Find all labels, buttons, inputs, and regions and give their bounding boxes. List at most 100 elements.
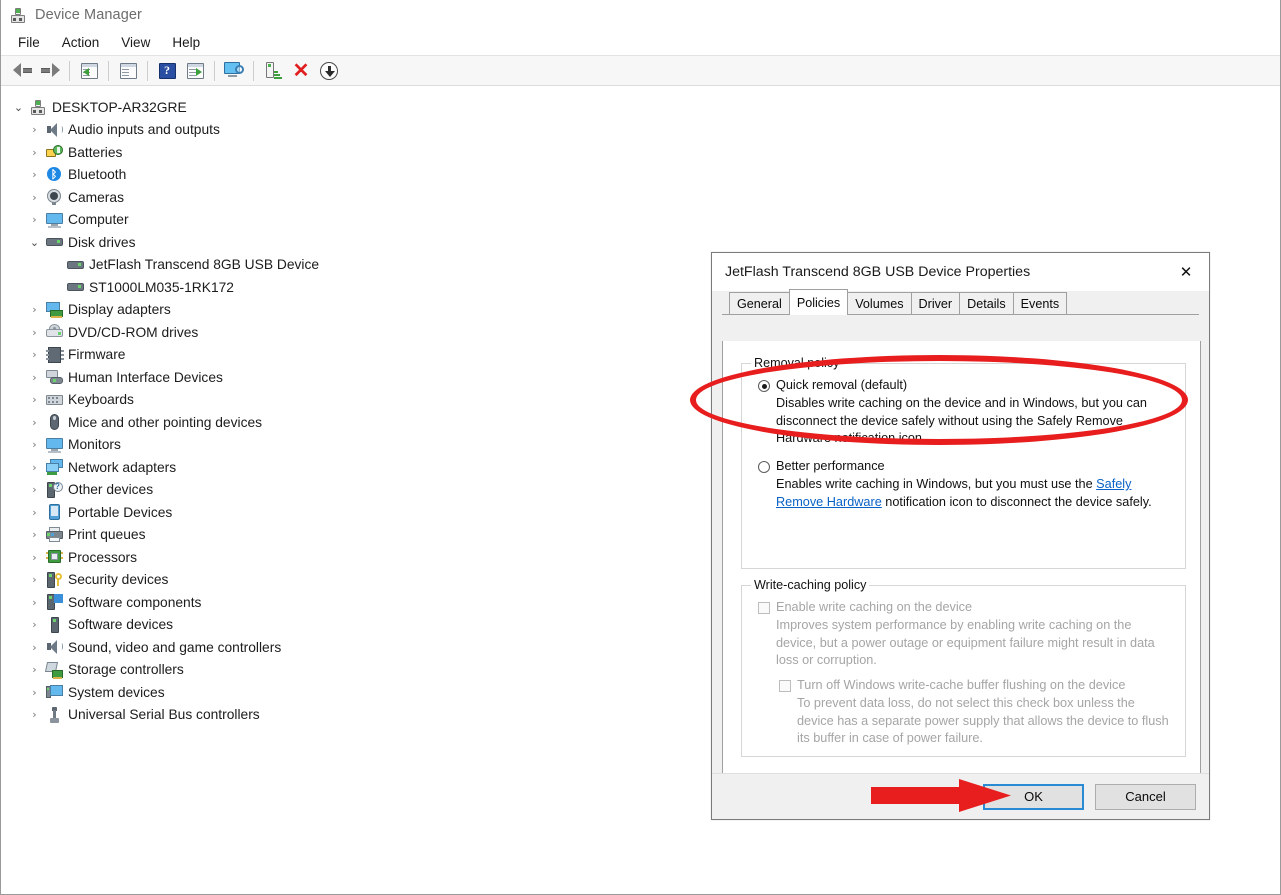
better-performance-label: Better performance (776, 459, 885, 473)
cancel-button[interactable]: Cancel (1095, 783, 1196, 810)
chevron-right-icon[interactable]: › (26, 304, 43, 315)
tree-node-audio-inputs-and-outputs[interactable]: › Audio inputs and outputs (2, 119, 1279, 142)
chevron-right-icon[interactable]: › (26, 349, 43, 360)
toolbar-separator-2 (108, 60, 109, 81)
enable-device-button[interactable] (259, 58, 287, 84)
chevron-right-icon[interactable]: › (26, 642, 43, 653)
tab-policies[interactable]: Policies (788, 289, 849, 315)
tree-node-label: Other devices (68, 482, 154, 498)
chevron-right-icon[interactable]: › (26, 574, 43, 585)
forward-button[interactable] (36, 58, 64, 84)
chevron-down-icon[interactable]: ⌄ (26, 237, 43, 248)
chevron-right-icon[interactable]: › (26, 394, 43, 405)
menu-item-view[interactable]: View (110, 32, 161, 53)
chevron-right-icon[interactable]: › (26, 484, 43, 495)
chevron-right-icon[interactable]: › (26, 147, 43, 158)
device-properties-dialog: JetFlash Transcend 8GB USB Device Proper… (711, 252, 1210, 820)
chevron-right-icon[interactable]: › (26, 192, 43, 203)
hid-icon (43, 369, 65, 385)
tree-node-label: ST1000LM035-1RK172 (89, 279, 234, 295)
tree-node-label: Software devices (68, 617, 174, 633)
enable-write-caching-label: Enable write caching on the device (776, 600, 973, 614)
menu-item-action[interactable]: Action (51, 32, 111, 53)
chevron-right-icon[interactable]: › (26, 417, 43, 428)
radio-better-performance[interactable] (758, 461, 770, 473)
software-device-icon (43, 616, 65, 633)
chevron-right-icon[interactable]: › (26, 124, 43, 135)
tree-node-label: Software components (68, 594, 202, 610)
tab-events[interactable]: Events (1012, 292, 1068, 314)
radio-quick-removal[interactable] (758, 380, 770, 392)
menu-item-file[interactable]: File (7, 32, 51, 53)
turn-off-buffer-flushing-option[interactable]: Turn off Windows write-cache buffer flus… (779, 678, 1171, 693)
tab-driver[interactable]: Driver (910, 292, 961, 314)
chevron-right-icon[interactable]: › (26, 709, 43, 720)
chevron-right-icon[interactable]: › (26, 439, 43, 450)
chevron-right-icon[interactable]: › (26, 619, 43, 630)
firmware-chip-icon (43, 346, 65, 363)
scan-hardware-changes-button[interactable] (220, 58, 248, 84)
ok-button[interactable]: OK (983, 783, 1084, 810)
toolbar-separator-1 (69, 60, 70, 81)
close-icon[interactable]: ✕ (1163, 257, 1209, 287)
tab-volumes[interactable]: Volumes (847, 292, 912, 314)
properties-button[interactable] (114, 58, 142, 84)
chevron-down-icon[interactable]: ⌄ (10, 102, 27, 113)
tab-general[interactable]: General (729, 292, 790, 314)
chevron-right-icon[interactable]: › (26, 372, 43, 383)
portable-device-icon (43, 504, 65, 521)
update-driver-button[interactable] (181, 58, 209, 84)
security-key-icon (43, 571, 65, 588)
help-button[interactable]: ? (153, 58, 181, 84)
disable-device-button[interactable] (315, 58, 343, 84)
checkbox-enable-write-caching[interactable] (758, 602, 770, 614)
back-button[interactable] (8, 58, 36, 84)
tab-details[interactable]: Details (959, 292, 1014, 314)
chevron-right-icon[interactable]: › (26, 529, 43, 540)
bluetooth-icon: ᛒ (43, 166, 65, 183)
chevron-right-icon[interactable]: › (26, 327, 43, 338)
processor-icon (43, 549, 65, 565)
camera-icon (43, 189, 65, 206)
chevron-right-icon[interactable]: › (26, 169, 43, 180)
chevron-right-icon[interactable]: › (26, 462, 43, 473)
mouse-icon (43, 414, 65, 431)
menu-item-help[interactable]: Help (161, 32, 211, 53)
better-performance-description-pre: Enables write caching in Windows, but yo… (776, 477, 1097, 491)
chevron-right-icon[interactable]: › (26, 597, 43, 608)
tree-node-batteries[interactable]: › Batteries (2, 141, 1279, 164)
back-arrow-icon (12, 63, 32, 78)
chevron-right-icon[interactable]: › (26, 214, 43, 225)
tree-node-label: JetFlash Transcend 8GB USB Device (89, 257, 320, 273)
uninstall-device-button[interactable]: ✕ (287, 58, 315, 84)
forward-arrow-icon (40, 63, 60, 78)
quick-removal-option[interactable]: Quick removal (default) (758, 378, 1171, 393)
checkbox-turn-off-buffer-flushing[interactable] (779, 680, 791, 692)
device-manager-icon (10, 7, 26, 23)
tree-node-root[interactable]: ⌄ DESKTOP-AR32GRE (2, 96, 1279, 119)
quick-removal-description: Disables write caching on the device and… (776, 396, 1147, 445)
chevron-right-icon[interactable]: › (26, 552, 43, 563)
tree-node-disk-drives[interactable]: ⌄ Disk drives (2, 231, 1279, 254)
dialog-tab-strip: General Policies Volumes Driver Details … (722, 289, 1199, 315)
tree-node-label: Keyboards (68, 392, 134, 408)
tree-node-label: Firmware (68, 347, 126, 363)
speaker-icon (43, 639, 65, 655)
write-caching-policy-group-title: Write-caching policy (751, 578, 870, 592)
usb-icon (43, 706, 65, 723)
tree-node-cameras[interactable]: › Cameras (2, 186, 1279, 209)
tree-node-label: Sound, video and game controllers (68, 639, 282, 655)
better-performance-option[interactable]: Better performance (758, 459, 1171, 474)
printer-icon (43, 526, 65, 543)
chevron-right-icon[interactable]: › (26, 664, 43, 675)
show-hide-console-tree-button[interactable] (75, 58, 103, 84)
chevron-right-icon[interactable]: › (26, 687, 43, 698)
tree-node-label: Storage controllers (68, 662, 184, 678)
tree-node-computer[interactable]: › Computer (2, 209, 1279, 232)
software-component-icon (43, 594, 65, 611)
enable-write-caching-option[interactable]: Enable write caching on the device (758, 600, 1171, 615)
toolbar: ? ✕ (1, 56, 1280, 86)
tree-node-label: Display adapters (68, 302, 171, 318)
tree-node-bluetooth[interactable]: › ᛒ Bluetooth (2, 164, 1279, 187)
chevron-right-icon[interactable]: › (26, 507, 43, 518)
